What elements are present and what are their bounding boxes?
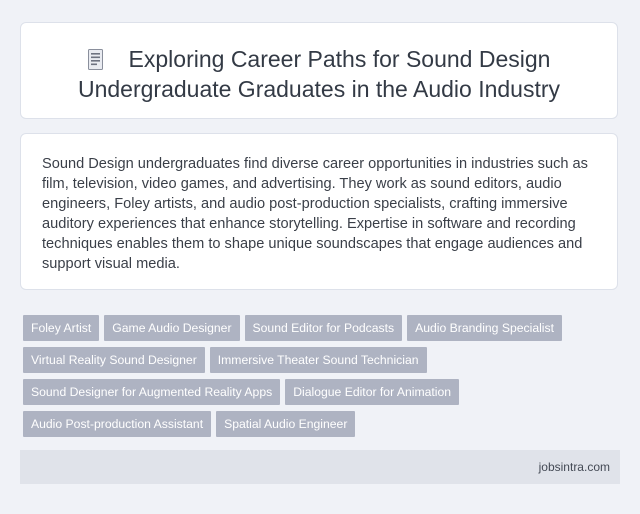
tag-game-audio-designer[interactable]: Game Audio Designer — [104, 315, 240, 341]
tag-dialogue-editor-for-animation[interactable]: Dialogue Editor for Animation — [285, 379, 460, 405]
page-title: Exploring Career Paths for Sound Design … — [21, 44, 617, 104]
title-card: Exploring Career Paths for Sound Design … — [20, 22, 618, 119]
tag-sound-editor-for-podcasts[interactable]: Sound Editor for Podcasts — [244, 315, 403, 341]
title-line-1: Exploring Career Paths for Sound Design — [128, 46, 551, 72]
tag-row: Virtual Reality Sound Designer Immersive … — [23, 347, 623, 379]
tag-audio-post-production-assistant[interactable]: Audio Post-production Assistant — [23, 411, 212, 437]
description-text: Sound Design undergraduates find diverse… — [42, 156, 588, 272]
tag-spatial-audio-engineer[interactable]: Spatial Audio Engineer — [216, 411, 356, 437]
title-line-2: Undergraduate Graduates in the Audio Ind… — [77, 76, 561, 102]
tag-row: Sound Designer for Augmented Reality App… — [23, 379, 623, 411]
document-icon — [87, 47, 103, 70]
tag-row: Audio Post-production Assistant Spatial A… — [23, 411, 623, 443]
description-card: Sound Design undergraduates find diverse… — [20, 133, 618, 290]
footer-site-link[interactable]: jobsintra.com — [539, 450, 610, 484]
tag-virtual-reality-sound-designer[interactable]: Virtual Reality Sound Designer — [23, 347, 205, 373]
tag-row: Foley Artist Game Audio Designer Sound Edi… — [23, 315, 623, 347]
footer-bar: jobsintra.com — [20, 450, 620, 484]
tag-foley-artist[interactable]: Foley Artist — [23, 315, 100, 341]
tag-immersive-theater-sound-technician[interactable]: Immersive Theater Sound Technician — [209, 347, 427, 373]
tag-sound-designer-for-ar-apps[interactable]: Sound Designer for Augmented Reality App… — [23, 379, 281, 405]
tag-audio-branding-specialist[interactable]: Audio Branding Specialist — [407, 315, 562, 341]
tag-list: Foley Artist Game Audio Designer Sound Edi… — [23, 315, 623, 443]
